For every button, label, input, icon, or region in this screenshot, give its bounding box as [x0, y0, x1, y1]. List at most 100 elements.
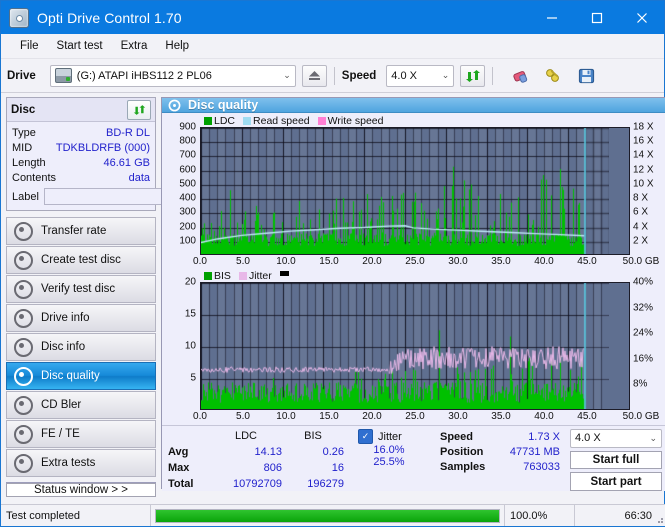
stats-max-ldc: 806	[263, 461, 282, 474]
sidebar-item-fe-te[interactable]: FE / TE	[6, 420, 156, 448]
sidebar-item-disc-info[interactable]: Disc info	[6, 333, 156, 361]
sidebar-item-cd-bler[interactable]: CD Bler	[6, 391, 156, 419]
y2-tick-label: 16 X	[633, 135, 654, 147]
start-part-button[interactable]: Start part	[570, 472, 662, 492]
y2-tick-label: 16%	[633, 353, 654, 365]
status-window-button[interactable]: Status window > >	[6, 483, 156, 497]
sidebar-item-disc-quality[interactable]: Disc quality	[6, 362, 156, 390]
x-tick-label: 15.0	[319, 256, 339, 267]
ldc-plot-area	[200, 127, 630, 255]
samples-value: 763033	[523, 460, 560, 473]
close-icon[interactable]	[619, 1, 664, 34]
stats-panel: LDC BIS Avg 14.13 0.26 Max 806 16 Total …	[162, 425, 665, 492]
disc-refresh-button[interactable]	[127, 99, 151, 120]
y-tick-label: 500	[179, 178, 196, 190]
x-tick-label: 45.0	[577, 411, 597, 422]
jitter-checkbox[interactable]: ✓	[358, 429, 373, 444]
sidebar-label-fe-te: FE / TE	[41, 428, 80, 440]
charts-area: LDC Read speed Write speed 900 800 700 600 5…	[162, 113, 665, 425]
sidebar-item-extra-tests[interactable]: Extra tests	[6, 449, 156, 477]
legend-label-read-speed: Read speed	[253, 115, 310, 127]
nav-list: Transfer rate Create test disc Verify te…	[6, 217, 156, 478]
disc-quality-icon	[168, 99, 181, 111]
ldc-x-axis: 0.0 5.0 10.0 15.0 20.0 25.0 30.0 35.0 40.0 45.0 50…	[193, 255, 659, 270]
resize-grip-icon[interactable]	[654, 514, 664, 524]
x-tick-label: 25.0	[405, 411, 425, 422]
position-label: Position	[440, 445, 484, 458]
samples-label: Samples	[440, 460, 486, 473]
legend-item-write-speed: Write speed	[317, 115, 384, 127]
y2-tick-label: 32%	[633, 302, 654, 314]
menu-item-extra[interactable]: Extra	[112, 37, 157, 55]
y-tick-label: 10	[184, 340, 196, 352]
sidebar-item-drive-info[interactable]: Drive info	[6, 304, 156, 332]
app-icon	[9, 7, 29, 28]
maximize-icon[interactable]	[574, 1, 619, 34]
start-full-button[interactable]: Start full	[570, 450, 662, 470]
sidebar-item-create-test-disc[interactable]: Create test disc	[6, 246, 156, 274]
drive-toolbar: Drive (G:) ATAPI iHBS112 2 PL06 ⌄ Speed …	[1, 59, 664, 93]
eject-button[interactable]	[301, 64, 327, 87]
x-tick-label: 35.0	[491, 411, 511, 422]
sidebar-label-disc-quality: Disc quality	[41, 370, 100, 382]
chevron-down-icon: ⌄	[283, 70, 291, 80]
refresh-button[interactable]	[460, 64, 486, 87]
sidebar-label-transfer-rate: Transfer rate	[41, 225, 107, 237]
position-value: 47731 MB	[509, 445, 560, 458]
y2-tick-label: 18 X	[633, 121, 654, 133]
samples-row: Samples 763033	[440, 459, 560, 474]
title-bar: Opti Drive Control 1.70	[1, 1, 664, 34]
ldc-chart: LDC Read speed Write speed 900 800 700 600 5…	[164, 115, 665, 270]
jitter-label: Jitter	[378, 430, 402, 443]
chevron-down-icon: ⌄	[649, 432, 657, 443]
panel-title: Disc quality	[188, 98, 259, 112]
test-speed-select[interactable]: 4.0 X ⌄	[570, 429, 662, 448]
x-tick-label: 40.0	[534, 411, 554, 422]
app-window: Opti Drive Control 1.70 File Start test …	[0, 0, 665, 527]
disc-icon	[14, 250, 33, 270]
disc-key-length: Length	[12, 156, 46, 169]
y2-tick-label: 40%	[633, 276, 654, 288]
drive-select[interactable]: (G:) ATAPI iHBS112 2 PL06 ⌄	[49, 64, 296, 87]
minimize-icon[interactable]	[529, 1, 574, 34]
disc-panel-header: Disc	[7, 98, 155, 122]
sidebar-label-verify-test-disc: Verify test disc	[41, 283, 116, 295]
save-button[interactable]	[573, 64, 599, 87]
speed-select[interactable]: 4.0 X ⌄	[386, 64, 455, 87]
bis-canvas	[201, 283, 609, 409]
disc-icon	[14, 308, 33, 328]
legend-swatch-bis	[204, 272, 212, 280]
sidebar-item-verify-test-disc[interactable]: Verify test disc	[6, 275, 156, 303]
toolbar-divider-2	[492, 66, 494, 85]
erase-button[interactable]	[507, 64, 533, 87]
x-tick-label: 50.0 GB	[622, 411, 660, 422]
x-tick-label: 10.0	[276, 411, 296, 422]
ldc-y-axis-right: 18 X 16 X 14 X 12 X 10 X 8 X 6 X 4 X 2 X	[630, 122, 665, 255]
bis-chart: BIS Jitter 20 15 10 5 40% 32% 24% 16% 8%…	[164, 270, 665, 425]
tools-button[interactable]	[540, 64, 566, 87]
sidebar-label-create-test-disc: Create test disc	[41, 254, 121, 266]
menu-bar: File Start test Extra Help	[1, 34, 664, 59]
x-tick-label: 50.0 GB	[622, 256, 660, 267]
x-tick-label: 45.0	[577, 256, 597, 267]
speed-select-value: 4.0 X	[391, 69, 417, 82]
sidebar-item-transfer-rate[interactable]: Transfer rate	[6, 217, 156, 245]
stats-row-label-avg: Avg	[168, 446, 189, 459]
menu-item-start-test[interactable]: Start test	[48, 37, 112, 55]
y2-tick-label: 14 X	[633, 149, 654, 161]
toolbar-divider	[333, 66, 335, 85]
jitter-marker-icon	[279, 271, 289, 276]
stats-row-label-total: Total	[168, 477, 194, 490]
y-tick-label: 900	[179, 121, 196, 133]
main-body: Disc Type BD-R DL MID TDKBLDRFB (000) Le…	[1, 93, 665, 497]
menu-item-help[interactable]: Help	[156, 37, 198, 55]
disc-icon	[14, 337, 33, 357]
x-tick-label: 10.0	[276, 256, 296, 267]
drive-icon	[54, 68, 72, 83]
jitter-column: ✓ Jitter 16.0% 25.5%	[358, 429, 436, 491]
legend-label-bis: BIS	[214, 270, 231, 282]
disc-value-length: 46.61 GB	[103, 156, 150, 169]
y2-tick-label: 12 X	[633, 164, 654, 176]
bis-chart-legend: BIS Jitter	[204, 270, 665, 282]
menu-item-file[interactable]: File	[11, 37, 48, 55]
